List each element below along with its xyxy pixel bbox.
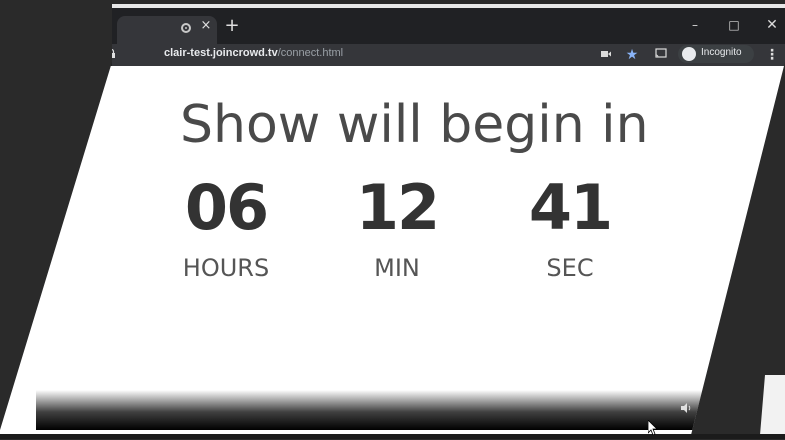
countdown-minutes: 12 MIN	[322, 171, 472, 283]
mouse-cursor-icon	[647, 419, 658, 436]
maximize-button[interactable]: □	[724, 17, 744, 33]
volume-icon[interactable]	[681, 403, 697, 417]
hours-label: HOURS	[182, 254, 270, 282]
minimize-button[interactable]: –	[685, 17, 705, 33]
minutes-label: MIN	[374, 254, 420, 282]
minutes-value: 12	[355, 171, 440, 244]
url-host: clair-test.joincrowd.tv	[164, 47, 278, 59]
camera-icon[interactable]	[598, 47, 614, 63]
browser-toolbar: clair-test.joincrowd.tv/connect.html ★ I…	[108, 44, 785, 66]
cast-icon[interactable]	[653, 47, 669, 63]
incognito-icon	[682, 47, 696, 61]
incognito-label: Incognito	[701, 47, 742, 58]
incognito-indicator[interactable]: Incognito	[678, 45, 754, 63]
new-tab-button[interactable]: +	[224, 17, 240, 35]
menu-icon[interactable]: ⋮	[764, 47, 780, 63]
lock-icon[interactable]	[108, 49, 115, 58]
browser-window: × + – □ ✕ clair-test.joincrowd.tv/connec…	[0, 4, 785, 439]
address-bar[interactable]: clair-test.joincrowd.tv/connect.html	[164, 47, 343, 59]
background-window	[760, 375, 785, 435]
close-window-button[interactable]: ✕	[762, 17, 782, 33]
page-content: Show will begin in 06 HOURS 12 MIN 41 SE…	[0, 66, 785, 439]
seconds-label: SEC	[546, 254, 594, 282]
taskbar	[0, 434, 785, 439]
hours-value: 06	[184, 171, 269, 244]
browser-tab[interactable]: ×	[117, 16, 217, 44]
url-path: /connect.html	[277, 47, 344, 59]
countdown-hours: 06 HOURS	[151, 171, 301, 283]
page-title: Show will begin in	[180, 95, 649, 155]
star-icon[interactable]: ★	[624, 47, 640, 63]
tab-strip: × + – □ ✕	[112, 8, 785, 44]
countdown-seconds: 41 SEC	[495, 171, 645, 283]
seconds-value: 41	[528, 171, 613, 244]
recording-icon	[181, 23, 191, 33]
tab-close-button[interactable]: ×	[199, 19, 213, 33]
